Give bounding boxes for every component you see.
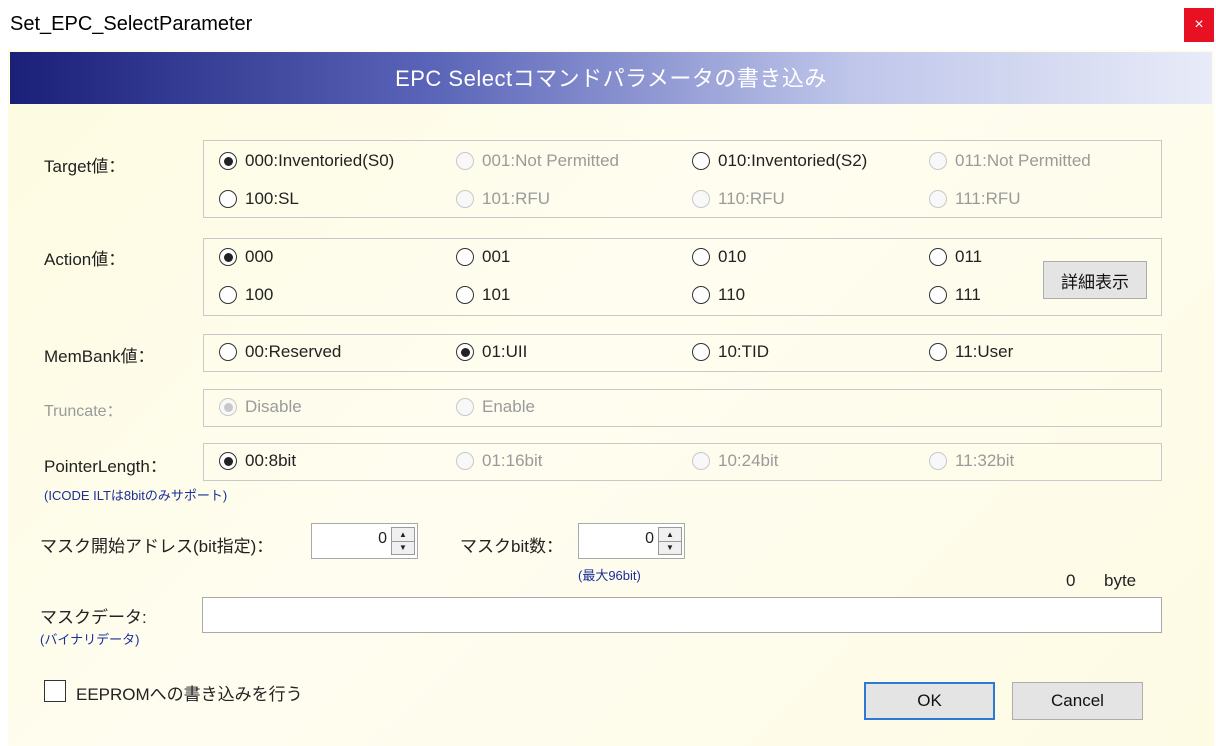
title-bar: Set_EPC_SelectParameter × bbox=[0, 0, 1216, 50]
membank-radio-01[interactable]: 01:UII bbox=[456, 340, 527, 364]
radio-icon bbox=[456, 398, 474, 416]
target-radio-110: 110:RFU bbox=[692, 187, 785, 211]
radio-icon bbox=[692, 286, 710, 304]
spin-up-icon[interactable]: ▲ bbox=[659, 528, 681, 542]
target-label: Target値： bbox=[44, 157, 126, 176]
radio-icon bbox=[929, 248, 947, 266]
target-radio-101: 101:RFU bbox=[456, 187, 550, 211]
mask-start-spinner[interactable]: 0 ▲ ▼ bbox=[311, 523, 418, 559]
window-title: Set_EPC_SelectParameter bbox=[10, 13, 253, 35]
mask-data-label: マスクデータ: bbox=[40, 608, 147, 627]
cancel-button[interactable]: Cancel bbox=[1012, 682, 1143, 720]
spin-up-icon[interactable]: ▲ bbox=[392, 528, 414, 542]
mask-data-sublabel: (バイナリデータ) bbox=[40, 632, 140, 647]
pointer-length-note: (ICODE ILTは8bitのみサポート) bbox=[44, 488, 228, 503]
target-radio-111: 111:RFU bbox=[929, 187, 1021, 211]
action-radio-010[interactable]: 010 bbox=[692, 245, 746, 269]
radio-icon bbox=[219, 190, 237, 208]
action-group bbox=[203, 238, 1162, 316]
mask-data-input[interactable] bbox=[202, 597, 1162, 633]
byte-count: 0 bbox=[1066, 571, 1076, 590]
radio-icon bbox=[456, 286, 474, 304]
radio-selected-icon bbox=[219, 452, 237, 470]
radio-selected-icon bbox=[219, 152, 237, 170]
spinner-arrows[interactable]: ▲ ▼ bbox=[391, 527, 415, 555]
mask-start-value: 0 bbox=[378, 530, 387, 547]
radio-icon bbox=[929, 452, 947, 470]
radio-icon bbox=[929, 286, 947, 304]
pointer-length-label: PointerLength： bbox=[44, 457, 167, 476]
membank-radio-00[interactable]: 00:Reserved bbox=[219, 340, 341, 364]
dialog-header-title: EPC Selectコマンドパラメータの書き込み bbox=[395, 66, 827, 91]
action-label: Action値： bbox=[44, 250, 126, 269]
action-radio-011[interactable]: 011 bbox=[929, 245, 982, 269]
action-radio-111[interactable]: 111 bbox=[929, 283, 981, 307]
radio-icon bbox=[692, 343, 710, 361]
ok-button[interactable]: OK bbox=[864, 682, 995, 720]
membank-radio-10[interactable]: 10:TID bbox=[692, 340, 769, 364]
action-radio-101[interactable]: 101 bbox=[456, 283, 510, 307]
mask-bits-spinner[interactable]: 0 ▲ ▼ bbox=[578, 523, 685, 559]
mask-bits-note: (最大96bit) bbox=[578, 568, 641, 583]
action-radio-000[interactable]: 000 bbox=[219, 245, 273, 269]
radio-selected-icon bbox=[219, 398, 237, 416]
radio-icon bbox=[929, 152, 947, 170]
radio-icon bbox=[219, 286, 237, 304]
byte-unit: byte bbox=[1104, 571, 1137, 590]
radio-icon bbox=[692, 152, 710, 170]
radio-selected-icon bbox=[219, 248, 237, 266]
radio-icon bbox=[692, 248, 710, 266]
target-radio-010[interactable]: 010:Inventoried(S2) bbox=[692, 149, 867, 173]
radio-icon bbox=[219, 343, 237, 361]
radio-icon bbox=[456, 152, 474, 170]
dialog-header: EPC Selectコマンドパラメータの書き込み bbox=[10, 52, 1212, 104]
pointer-length-group bbox=[203, 443, 1162, 481]
detail-view-button[interactable]: 詳細表示 bbox=[1043, 261, 1147, 299]
radio-icon bbox=[456, 452, 474, 470]
target-radio-011: 011:Not Permitted bbox=[929, 149, 1091, 173]
truncate-radio-enable: Enable bbox=[456, 395, 535, 419]
mask-bits-value: 0 bbox=[645, 530, 654, 547]
radio-icon bbox=[456, 190, 474, 208]
action-radio-001[interactable]: 001 bbox=[456, 245, 510, 269]
radio-icon bbox=[692, 190, 710, 208]
spin-down-icon[interactable]: ▼ bbox=[659, 541, 681, 554]
membank-label: MemBank値： bbox=[44, 347, 155, 366]
close-button[interactable]: × bbox=[1184, 8, 1214, 42]
pointer-length-radio-00[interactable]: 00:8bit bbox=[219, 449, 296, 473]
truncate-radio-disable: Disable bbox=[219, 395, 302, 419]
mask-bits-label: マスクbit数： bbox=[460, 537, 563, 556]
radio-icon bbox=[456, 248, 474, 266]
radio-icon bbox=[692, 452, 710, 470]
truncate-label: Truncate： bbox=[44, 403, 123, 420]
eeprom-label: EEPROMへの書き込みを行う bbox=[76, 685, 303, 704]
membank-radio-11[interactable]: 11:User bbox=[929, 340, 1013, 364]
mask-start-label: マスク開始アドレス(bit指定)： bbox=[40, 537, 274, 556]
membank-group bbox=[203, 334, 1162, 372]
pointer-length-radio-01: 01:16bit bbox=[456, 449, 543, 473]
spinner-arrows[interactable]: ▲ ▼ bbox=[658, 527, 682, 555]
radio-selected-icon bbox=[456, 343, 474, 361]
action-radio-100[interactable]: 100 bbox=[219, 283, 273, 307]
pointer-length-radio-11: 11:32bit bbox=[929, 449, 1014, 473]
target-radio-100[interactable]: 100:SL bbox=[219, 187, 299, 211]
eeprom-checkbox[interactable] bbox=[44, 680, 66, 702]
radio-icon bbox=[929, 190, 947, 208]
radio-icon bbox=[929, 343, 947, 361]
spin-down-icon[interactable]: ▼ bbox=[392, 541, 414, 554]
truncate-group bbox=[203, 389, 1162, 427]
pointer-length-radio-10: 10:24bit bbox=[692, 449, 779, 473]
target-radio-000[interactable]: 000:Inventoried(S0) bbox=[219, 149, 394, 173]
action-radio-110[interactable]: 110 bbox=[692, 283, 745, 307]
target-radio-001: 001:Not Permitted bbox=[456, 149, 619, 173]
